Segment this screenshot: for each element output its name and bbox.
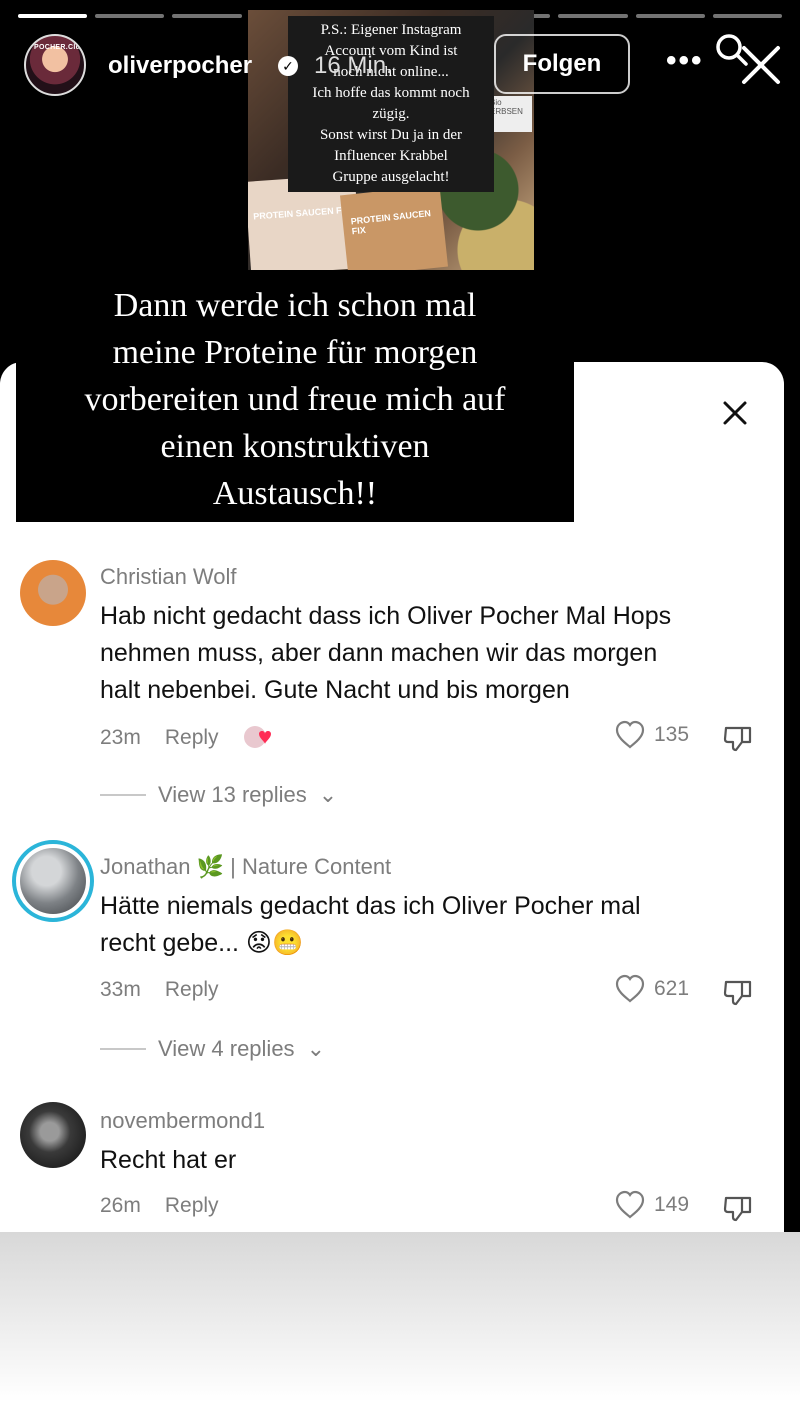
chevron-down-icon: ⌄ (318, 782, 338, 807)
dislike-icon[interactable] (722, 722, 754, 754)
story-username[interactable]: oliverpocher (108, 52, 252, 80)
user-avatar (20, 848, 86, 914)
comment-text: Hab nicht gedacht dass ich Oliver Pocher… (100, 598, 770, 709)
comment-meta: 23m Reply (100, 724, 277, 752)
story-progress-segment (172, 14, 242, 18)
reply-button[interactable]: Reply (165, 978, 219, 1002)
story-progress-segment (18, 14, 88, 18)
story-progress-segment (558, 14, 628, 18)
comment-line: recht gebe... 😟😬 (100, 929, 304, 957)
comment-username[interactable]: Jonathan 🌿 | Nature Content (100, 854, 391, 880)
comment-line: Hab nicht gedacht dass ich Oliver Pocher… (100, 602, 672, 630)
user-avatar[interactable] (20, 1102, 86, 1168)
comment-time: 33m (100, 978, 141, 1001)
heart-icon (615, 1190, 645, 1219)
comment-meta: 33m Reply (100, 978, 219, 1002)
comment-username[interactable]: novembermond1 (100, 1108, 265, 1134)
caption-line: Austausch!! (212, 475, 378, 512)
comment-meta: 26m Reply (100, 1194, 219, 1218)
caption-line: vorbereiten und freue mich auf (84, 381, 506, 418)
note-line: Influencer Krabbel (334, 148, 448, 164)
comment-time: 23m (100, 726, 141, 749)
caption-line: meine Proteine für morgen (112, 334, 478, 371)
story-progress-segment (635, 14, 705, 18)
reply-button[interactable]: Reply (165, 726, 219, 750)
dislike-icon[interactable] (722, 976, 754, 1008)
chevron-down-icon: ⌄ (306, 1036, 325, 1061)
bio-peas-label: Bio ERBSEN (488, 96, 532, 132)
view-replies-label: View 4 replies (158, 1036, 295, 1061)
verified-badge-icon: ✓ (278, 56, 298, 76)
close-comments-icon[interactable] (720, 398, 750, 428)
creator-liked-heart-icon (243, 726, 271, 748)
story-note-text: P.S.: Eigener Instagram Account vom Kind… (288, 16, 494, 192)
view-replies-label: View 13 replies (158, 782, 307, 807)
close-icon[interactable] (738, 42, 784, 88)
like-button[interactable]: 621 (614, 974, 689, 1004)
divider-line (100, 794, 146, 796)
comment-time: 26m (100, 1194, 141, 1217)
like-count: 135 (654, 723, 690, 746)
caption-line: einen konstruktiven (160, 428, 430, 465)
story-avatar[interactable]: POCHER.Club (24, 34, 86, 96)
heart-icon (615, 974, 645, 1003)
package-label: PROTEIN SAUCEN FIX (350, 208, 432, 237)
like-count: 149 (654, 1193, 690, 1216)
user-avatar[interactable] (20, 560, 86, 626)
comment-line: Hätte niemals gedacht das ich Oliver Poc… (100, 892, 641, 920)
comment-line: nehmen muss, aber dann machen wir das mo… (100, 639, 658, 667)
comment-line: Recht hat er (100, 1146, 237, 1174)
caption-line: Dann werde ich schon mal (113, 287, 477, 324)
more-options-icon[interactable]: ••• (666, 44, 704, 78)
comment-text: Hätte niemals gedacht das ich Oliver Poc… (100, 888, 770, 962)
like-button[interactable]: 135 (614, 720, 689, 750)
view-replies-button[interactable]: View 4 replies ⌄ (100, 1036, 325, 1062)
note-line: zügig. (372, 106, 410, 122)
comment-text: Recht hat er (100, 1142, 770, 1179)
comment-username[interactable]: Christian Wolf (100, 564, 237, 590)
heart-icon (615, 720, 645, 749)
story-progress-segment (712, 14, 783, 18)
view-replies-button[interactable]: View 13 replies ⌄ (100, 782, 337, 808)
reply-button[interactable]: Reply (165, 1194, 219, 1218)
note-line: P.S.: Eigener Instagram (320, 22, 462, 38)
story-time: 16 Min. (314, 52, 393, 79)
story-progress-segment (95, 14, 165, 18)
avatar-club-label: POCHER.Club (34, 44, 85, 51)
protein-package-image: PROTEIN SAUCEN FIX (339, 184, 449, 272)
like-count: 621 (654, 977, 690, 1000)
note-line: Sonst wirst Du ja in der (319, 127, 463, 143)
divider-line (100, 1048, 146, 1050)
package-label: PROTEIN SAUCEN FIX (252, 204, 351, 222)
dislike-icon[interactable] (722, 1192, 754, 1224)
note-line: Ich hoffe das kommt noch (312, 85, 470, 101)
note-line: Gruppe ausgelacht! (332, 169, 450, 185)
story-caption: Dann werde ich schon mal meine Proteine … (16, 270, 574, 522)
follow-button[interactable]: Folgen (494, 34, 630, 94)
comment-line: halt nebenbei. Gute Nacht und bis morgen (100, 676, 570, 704)
like-button[interactable]: 149 (614, 1190, 689, 1220)
user-avatar-story-ring[interactable] (12, 840, 94, 922)
